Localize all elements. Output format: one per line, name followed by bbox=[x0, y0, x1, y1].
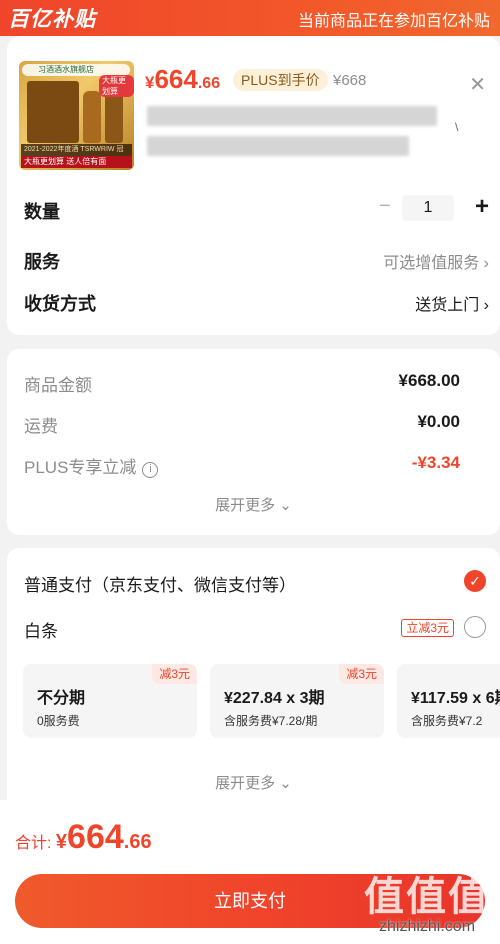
total-integer: 664 bbox=[67, 818, 124, 856]
payment-card: 普通支付（京东支付、微信支付等） ✓ 白条 立减3元 减3元 不分期 0服务费 … bbox=[7, 548, 500, 800]
quantity-row: 数量 − 1 + bbox=[24, 193, 489, 225]
plus-discount-row: PLUS专享立减 i -¥3.34 bbox=[24, 453, 460, 478]
plan-fee: 含服务费¥7.2 bbox=[411, 714, 483, 728]
total-decimal: .66 bbox=[123, 831, 152, 853]
baitiao-discount-badge: 立减3元 bbox=[401, 619, 454, 637]
normal-payment-option[interactable]: 普通支付（京东支付、微信支付等） ✓ bbox=[24, 568, 486, 596]
delivery-value: 送货上门 › bbox=[415, 297, 489, 314]
thumbnail-promo-tag: 大瓶更划算 bbox=[99, 75, 134, 97]
product-card: 习酒酒水旗舰店 大瓶更划算 2021-2022年度酒 TSRWRIW 冠 大瓶更… bbox=[7, 36, 500, 335]
chevron-icon: \ bbox=[455, 120, 459, 134]
close-icon[interactable]: ✕ bbox=[469, 72, 486, 97]
plan-title: ¥227.84 x 3期 bbox=[224, 690, 325, 707]
plan-discount-badge: 减3元 bbox=[339, 664, 384, 684]
plus-discount-value: -¥3.34 bbox=[411, 453, 460, 472]
shipping-row: 运费 ¥0.00 bbox=[24, 412, 460, 436]
watermark-logo: 值值值 bbox=[364, 875, 490, 919]
thumbnail-caption: 大瓶更划算 送人倍有面 bbox=[21, 156, 132, 168]
info-icon[interactable]: i bbox=[142, 462, 159, 478]
original-price: ¥668 bbox=[333, 72, 367, 89]
installment-plans: 减3元 不分期 0服务费 减3元 ¥227.84 x 3期 含服务费¥7.28/… bbox=[23, 664, 500, 740]
checkout-footer: 合计: ¥664.66 立即支付 值值值 zhizhizhi.com bbox=[0, 800, 500, 944]
delivery-label: 收货方式 bbox=[24, 294, 96, 314]
expand-more-payments[interactable]: 展开更多 ⌄ bbox=[7, 772, 500, 793]
plan-discount-badge: 减3元 bbox=[152, 664, 197, 684]
radio-button[interactable] bbox=[464, 616, 486, 638]
plan-fee: 含服务费¥7.28/期 bbox=[224, 714, 318, 728]
baitiao-payment-option[interactable]: 白条 立减3元 bbox=[24, 614, 486, 642]
installment-plan[interactable]: 减3元 ¥227.84 x 3期 含服务费¥7.28/期 bbox=[210, 664, 384, 738]
blurred-product-spec bbox=[147, 136, 409, 156]
product-price: ¥664.66 bbox=[145, 64, 220, 95]
goods-amount-label: 商品金额 bbox=[24, 376, 92, 395]
plan-title: 不分期 bbox=[37, 690, 86, 707]
bottle-image bbox=[83, 91, 101, 143]
quantity-stepper: − 1 + bbox=[379, 193, 489, 223]
installment-plan[interactable]: 减3元 不分期 0服务费 bbox=[23, 664, 197, 738]
expand-more-fees[interactable]: 展开更多 ⌄ bbox=[7, 494, 500, 515]
installment-plan[interactable]: ¥117.59 x 6期 含服务费¥7.2 bbox=[397, 664, 500, 738]
total-label: 合计: bbox=[15, 835, 56, 852]
plus-button[interactable]: + bbox=[475, 193, 489, 221]
service-value: 可选增值服务 › bbox=[383, 255, 489, 272]
delivery-row[interactable]: 收货方式 送货上门 › bbox=[24, 287, 489, 317]
shipping-label: 运费 bbox=[24, 417, 58, 436]
watermark-url: zhizhizhi.com bbox=[378, 918, 476, 935]
check-icon[interactable]: ✓ bbox=[464, 570, 486, 592]
price-integer: 664 bbox=[154, 64, 198, 94]
service-label: 服务 bbox=[24, 252, 60, 272]
bottle-image bbox=[105, 91, 123, 143]
minus-button[interactable]: − bbox=[379, 195, 391, 218]
subsidy-notice: 当前商品正在参加百亿补贴 bbox=[297, 13, 490, 30]
normal-payment-label: 普通支付（京东支付、微信支付等） bbox=[24, 576, 296, 595]
goods-amount-value: ¥668.00 bbox=[398, 371, 460, 390]
subsidy-banner: 百亿补贴 当前商品正在参加百亿补贴 bbox=[0, 0, 500, 36]
quantity-input[interactable]: 1 bbox=[402, 195, 454, 221]
total-symbol: ¥ bbox=[55, 831, 68, 853]
checkout-sheet: 习酒酒水旗舰店 大瓶更划算 2021-2022年度酒 TSRWRIW 冠 大瓶更… bbox=[0, 36, 500, 944]
plus-price-tag: PLUS到手价 bbox=[233, 69, 328, 91]
gift-box-image bbox=[27, 81, 79, 143]
price-decimal: .66 bbox=[197, 75, 221, 92]
subsidy-logo: 百亿补贴 bbox=[8, 8, 96, 31]
goods-amount-row: 商品金额 ¥668.00 bbox=[24, 371, 460, 395]
shipping-value: ¥0.00 bbox=[417, 412, 460, 431]
plus-discount-label: PLUS专享立减 bbox=[24, 458, 137, 477]
product-thumbnail[interactable]: 习酒酒水旗舰店 大瓶更划算 2021-2022年度酒 TSRWRIW 冠 大瓶更… bbox=[19, 61, 134, 170]
plan-title: ¥117.59 x 6期 bbox=[411, 690, 500, 707]
fee-card: 商品金额 ¥668.00 运费 ¥0.00 PLUS专享立减 i -¥3.34 展… bbox=[7, 349, 500, 535]
plan-fee: 0服务费 bbox=[37, 714, 80, 728]
baitiao-label: 白条 bbox=[24, 622, 58, 641]
quantity-label: 数量 bbox=[24, 202, 60, 222]
thumbnail-caption: 2021-2022年度酒 TSRWRIW 冠 bbox=[21, 144, 132, 156]
blurred-product-title bbox=[147, 106, 437, 126]
service-row[interactable]: 服务 可选增值服务 › bbox=[24, 245, 489, 275]
total-amount: 合计: ¥664.66 bbox=[15, 818, 152, 857]
watermark: 值值值 zhizhizhi.com bbox=[364, 864, 490, 936]
